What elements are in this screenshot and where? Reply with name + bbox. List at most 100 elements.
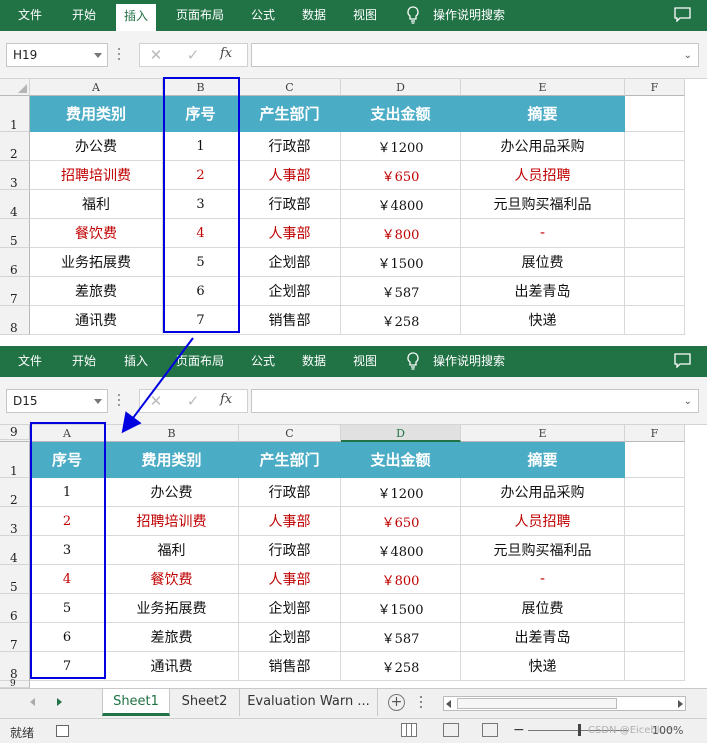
table-cell[interactable] [625, 161, 685, 190]
tab-data[interactable]: 数据 [294, 346, 334, 377]
table-cell[interactable]: 5 [163, 248, 239, 277]
table-cell[interactable]: 2 [163, 161, 239, 190]
row-header-6[interactable]: 6 [0, 248, 30, 277]
scroll-right-icon[interactable] [678, 700, 683, 708]
comment-icon[interactable] [674, 7, 691, 22]
row-header-3[interactable]: 3 [0, 507, 30, 536]
tab-data[interactable]: 数据 [294, 0, 334, 31]
table-cell[interactable]: 福利 [105, 536, 239, 565]
table-cell[interactable]: 人事部 [239, 161, 341, 190]
table-cell[interactable]: 业务拓展费 [30, 248, 163, 277]
table-cell[interactable]: 快递 [461, 652, 625, 681]
scroll-thumb[interactable] [457, 698, 617, 709]
tab-page-layout[interactable]: 页面布局 [168, 0, 232, 31]
tell-me-search[interactable]: 操作说明搜索 [433, 346, 505, 377]
row-header-6[interactable]: 6 [0, 594, 30, 623]
row-header-9[interactable]: 9 [0, 425, 30, 440]
table-cell[interactable]: 办公用品采购 [461, 132, 625, 161]
table-cell[interactable]: 行政部 [239, 536, 341, 565]
table-cell[interactable]: 4 [30, 565, 105, 594]
table-cell[interactable]: 业务拓展费 [105, 594, 239, 623]
table-cell[interactable] [625, 277, 685, 306]
table-cell[interactable] [625, 536, 685, 565]
grip-icon[interactable] [420, 696, 423, 711]
formula-input[interactable]: ⌄ [251, 43, 699, 67]
table-cell[interactable]: 企划部 [239, 594, 341, 623]
table-cell[interactable]: 2 [30, 507, 105, 536]
tell-me-search[interactable]: 操作说明搜索 [433, 0, 505, 31]
table-cell[interactable]: ￥587 [341, 277, 461, 306]
table-cell[interactable]: ￥4800 [341, 190, 461, 219]
table-cell[interactable]: 餐饮费 [105, 565, 239, 594]
table-cell[interactable]: 3 [163, 190, 239, 219]
next-sheet-icon[interactable] [57, 698, 62, 706]
chevron-down-icon[interactable] [94, 399, 102, 404]
table-cell[interactable]: 通讯费 [30, 306, 163, 335]
table-cell[interactable]: 行政部 [239, 190, 341, 219]
column-header-d[interactable]: D [341, 425, 461, 442]
row-header-1[interactable]: 1 [0, 442, 30, 478]
table-cell[interactable] [625, 96, 685, 132]
table-cell[interactable]: 元旦购买福利品 [461, 536, 625, 565]
table-cell[interactable] [625, 507, 685, 536]
table-cell[interactable]: 办公费 [105, 478, 239, 507]
chevron-down-icon[interactable]: ⌄ [684, 50, 692, 61]
table-cell[interactable]: 3 [30, 536, 105, 565]
table-cell[interactable]: 6 [163, 277, 239, 306]
chevron-down-icon[interactable] [94, 53, 102, 58]
table-cell[interactable]: ￥650 [341, 507, 461, 536]
table-cell[interactable]: 行政部 [239, 478, 341, 507]
table-cell[interactable]: ￥650 [341, 161, 461, 190]
table-cell[interactable]: 人事部 [239, 565, 341, 594]
tab-page-layout[interactable]: 页面布局 [168, 346, 232, 377]
table-cell[interactable] [625, 594, 685, 623]
table-cell[interactable]: 企划部 [239, 248, 341, 277]
table-cell[interactable]: 办公用品采购 [461, 478, 625, 507]
table-cell[interactable]: 通讯费 [105, 652, 239, 681]
header-cell[interactable]: 支出金额 [341, 96, 461, 132]
tab-view[interactable]: 视图 [345, 346, 385, 377]
table-cell[interactable]: 销售部 [239, 652, 341, 681]
row-header-8[interactable]: 8 [0, 652, 30, 681]
comment-icon[interactable] [674, 353, 691, 368]
zoom-level[interactable]: 100% [652, 724, 683, 737]
table-cell[interactable]: ￥1500 [341, 594, 461, 623]
enter-icon[interactable]: ✓ [183, 391, 203, 411]
formula-input[interactable]: ⌄ [251, 389, 699, 413]
row-header-8[interactable]: 8 [0, 306, 30, 335]
table-cell[interactable]: 人事部 [239, 507, 341, 536]
row-header-4[interactable]: 4 [0, 536, 30, 565]
tab-insert[interactable]: 插入 [116, 346, 156, 377]
column-header-c[interactable]: C [239, 425, 341, 442]
row-header-5[interactable]: 5 [0, 565, 30, 594]
tab-formulas[interactable]: 公式 [243, 346, 283, 377]
horizontal-scrollbar[interactable] [443, 696, 686, 711]
function-icon[interactable]: fx [220, 392, 232, 407]
sheet-tab-sheet2[interactable]: Sheet2 [170, 689, 240, 716]
function-icon[interactable]: fx [220, 46, 232, 61]
table-cell[interactable]: 出差青岛 [461, 623, 625, 652]
column-header-b[interactable]: B [163, 79, 239, 96]
table-cell[interactable]: 人员招聘 [461, 507, 625, 536]
column-header-f[interactable]: F [625, 79, 685, 96]
table-cell[interactable] [625, 219, 685, 248]
table-cell[interactable]: - [461, 219, 625, 248]
table-cell[interactable]: 5 [30, 594, 105, 623]
sheet-tab-evaluation[interactable]: Evaluation Warn ... [240, 689, 378, 716]
column-header-c[interactable]: C [239, 79, 341, 96]
tab-view[interactable]: 视图 [345, 0, 385, 31]
table-cell[interactable]: 差旅费 [105, 623, 239, 652]
page-break-view-icon[interactable] [482, 723, 498, 737]
normal-view-icon[interactable] [401, 723, 417, 737]
table-cell[interactable]: 企划部 [239, 623, 341, 652]
table-cell[interactable] [625, 190, 685, 219]
table-cell[interactable]: 元旦购买福利品 [461, 190, 625, 219]
tab-formulas[interactable]: 公式 [243, 0, 283, 31]
table-cell[interactable]: 福利 [30, 190, 163, 219]
page-layout-view-icon[interactable] [443, 723, 459, 737]
macro-record-icon[interactable] [56, 725, 69, 737]
sheet-tab-sheet1[interactable]: Sheet1 [102, 689, 170, 716]
column-header-b[interactable]: B [105, 425, 239, 442]
select-all-corner[interactable] [0, 79, 30, 96]
chevron-down-icon[interactable]: ⌄ [684, 396, 692, 407]
